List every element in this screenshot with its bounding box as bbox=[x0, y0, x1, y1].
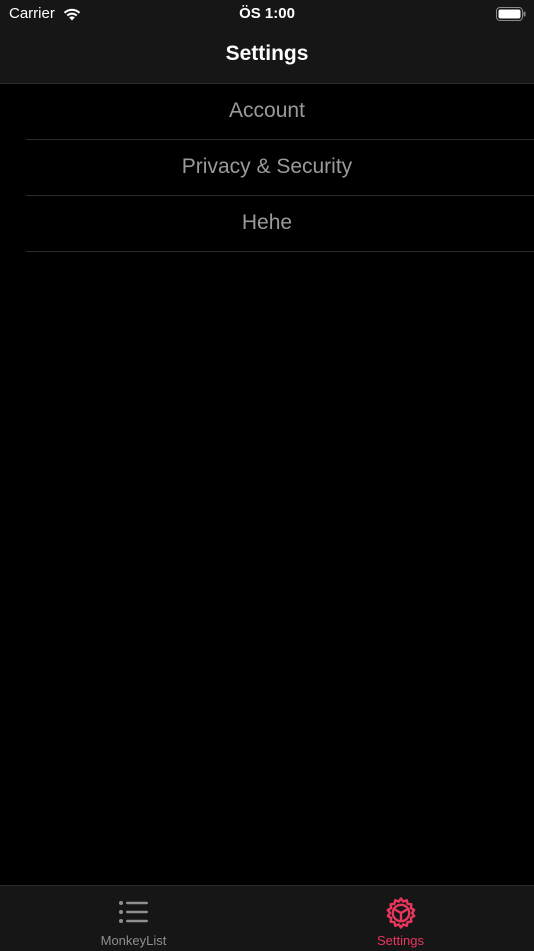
settings-item-label: Privacy & Security bbox=[181, 155, 353, 178]
page-title: Settings bbox=[225, 42, 309, 65]
settings-list: Account Privacy & Security Hehe bbox=[0, 84, 534, 252]
settings-item-label: Hehe bbox=[241, 211, 293, 234]
settings-item-privacy-security[interactable]: Privacy & Security bbox=[0, 140, 534, 196]
tab-label: Settings bbox=[377, 933, 424, 948]
status-bar: Carrier ÖS 1:00 bbox=[0, 0, 534, 28]
tab-monkeylist[interactable]: MonkeyList bbox=[0, 886, 267, 951]
settings-item-account[interactable]: Account bbox=[0, 84, 534, 140]
gear-icon bbox=[386, 897, 415, 929]
tab-bar: MonkeyList Settings bbox=[0, 885, 534, 951]
tab-settings[interactable]: Settings bbox=[267, 886, 534, 951]
settings-item-hehe[interactable]: Hehe bbox=[0, 196, 534, 252]
battery-icon bbox=[496, 7, 526, 21]
status-time: ÖS 1:00 bbox=[239, 5, 295, 22]
list-icon bbox=[118, 901, 148, 923]
tab-label: MonkeyList bbox=[100, 933, 167, 948]
navigation-bar: Settings bbox=[0, 28, 534, 84]
settings-item-label: Account bbox=[229, 99, 305, 122]
